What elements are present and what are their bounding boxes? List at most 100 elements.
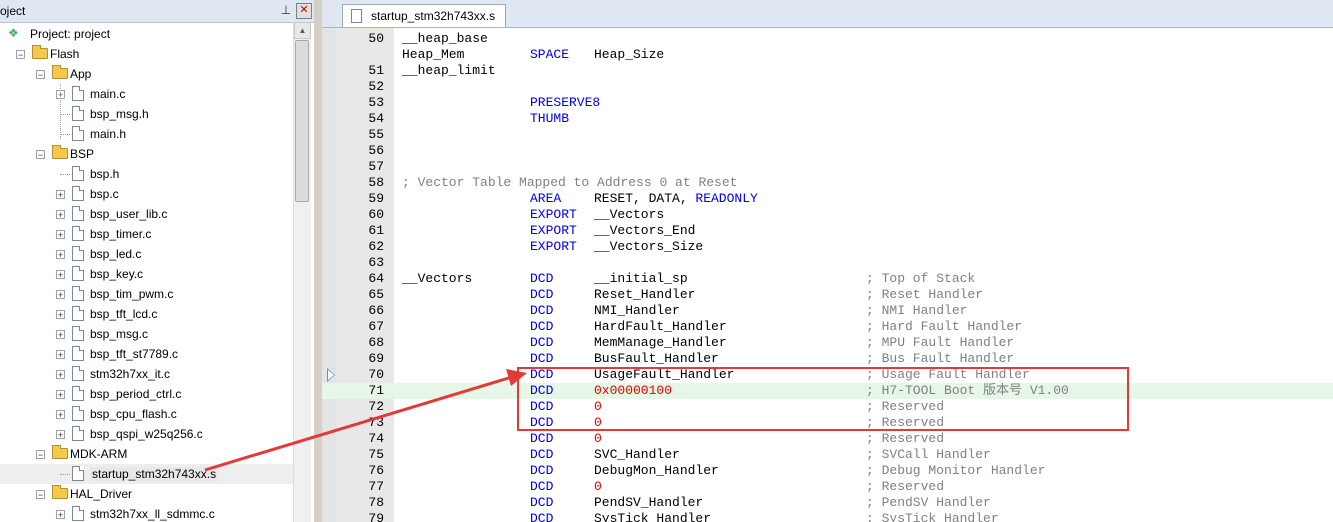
tree-file[interactable]: + bsp_qspi_w25q256.c [0,424,293,444]
code-editor[interactable]: 50 __heap_base Heap_Mem SPACE Heap_Size 51 __h… [322,28,1333,522]
code-operand: NMI_Handler [594,303,680,318]
code-comment: ; SysTick Handler [866,511,999,522]
expand-toggle-icon[interactable]: + [56,290,65,300]
code-line[interactable]: 51 __heap_limit [322,63,1333,79]
tree-item-label: bsp_key.c [90,267,144,281]
code-keyword: READONLY [695,191,758,206]
pin-icon[interactable]: ⊥ [279,3,293,17]
expand-toggle-icon[interactable]: + [56,210,65,220]
code-line[interactable]: 65 DCD Reset_Handler ; Reset Handler [322,287,1333,303]
code-directive: DCD [530,287,554,302]
code-line[interactable]: 68 DCD MemManage_Handler ; MPU Fault Handle… [322,335,1333,351]
panel-splitter[interactable] [314,0,322,522]
code-label: __heap_base [402,31,488,46]
file-icon [72,406,84,421]
tree-file[interactable]: + bsp_tim_pwm.c [0,284,293,304]
code-line[interactable]: Heap_Mem SPACE Heap_Size [322,47,1333,63]
tree-file[interactable]: + bsp_msg.c [0,324,293,344]
expand-toggle-icon[interactable]: + [56,430,65,440]
tree-folder[interactable]: − BSP [0,144,293,164]
code-line[interactable]: 50 __heap_base [322,31,1333,47]
code-line[interactable]: 61 EXPORT __Vectors_End [322,223,1333,239]
expand-toggle-icon[interactable]: + [56,330,65,340]
tree-item-label: bsp_cpu_flash.c [90,407,177,421]
code-line[interactable]: 76 DCD DebugMon_Handler ; Debug Monitor Han… [322,463,1333,479]
code-line[interactable]: 75 DCD SVC_Handler ; SVCall Handler [322,447,1333,463]
code-line[interactable]: 69 DCD BusFault_Handler ; Bus Fault Handler [322,351,1333,367]
tree-file[interactable]: + bsp.c [0,184,293,204]
tree-file[interactable]: main.h [0,124,293,144]
code-directive: DCD [530,447,554,462]
line-number: 65 [368,287,384,302]
file-icon [72,106,84,121]
code-line[interactable]: 56 [322,143,1333,159]
expand-toggle-icon[interactable]: + [56,370,65,380]
code-line[interactable]: 78 DCD PendSV_Handler ; PendSV Handler [322,495,1333,511]
code-line[interactable]: 53 PRESERVE8 [322,95,1333,111]
expand-toggle-icon[interactable]: + [56,310,65,320]
expand-toggle-icon[interactable]: + [56,190,65,200]
expand-toggle-icon[interactable]: + [56,250,65,260]
tree-file[interactable]: + bsp_led.c [0,244,293,264]
code-line[interactable]: 77 DCD 0 ; Reserved [322,479,1333,495]
tree-file[interactable]: startup_stm32h743xx.s [0,464,293,484]
close-icon[interactable]: ✕ [296,3,312,19]
collapse-toggle-icon[interactable]: − [36,490,45,500]
file-icon [72,246,84,261]
tree-file[interactable]: + stm32h7xx_ll_sdmmc.c [0,504,293,522]
expand-toggle-icon[interactable]: + [56,230,65,240]
code-line[interactable]: 74 DCD 0 ; Reserved [322,431,1333,447]
tree-file[interactable]: + main.c [0,84,293,104]
file-icon [72,426,84,441]
tree-file[interactable]: + bsp_key.c [0,264,293,284]
tree-file[interactable]: + bsp_period_ctrl.c [0,384,293,404]
code-line[interactable]: 62 EXPORT __Vectors_Size [322,239,1333,255]
code-line[interactable]: 59 AREA RESET, DATA, READONLY [322,191,1333,207]
tree-scrollbar[interactable]: ▲ [293,22,311,522]
tree-file[interactable]: + bsp_tft_st7789.c [0,344,293,364]
code-line[interactable]: 66 DCD NMI_Handler ; NMI Handler [322,303,1333,319]
expand-toggle-icon[interactable]: + [56,510,65,520]
code-line[interactable]: 79 DCD SysTick_Handler ; SysTick Handler [322,511,1333,522]
code-comment: ; Reserved [866,431,945,446]
scroll-up-arrow-icon[interactable]: ▲ [294,22,311,39]
tree-node-project[interactable]: ❖ Project: project [0,24,293,44]
code-line[interactable]: 58 ; Vector Table Mapped to Address 0 at … [322,175,1333,191]
tree-file[interactable]: + bsp_cpu_flash.c [0,404,293,424]
collapse-toggle-icon[interactable]: − [36,450,45,460]
tree-connector [60,174,70,175]
tree-folder[interactable]: − HAL_Driver [0,484,293,504]
tree-file[interactable]: bsp_msg.h [0,104,293,124]
code-line[interactable]: 54 THUMB [322,111,1333,127]
tree-node-target[interactable]: − Flash [0,44,293,64]
code-line[interactable]: 57 [322,159,1333,175]
tree-file[interactable]: + bsp_timer.c [0,224,293,244]
code-line[interactable]: 55 [322,127,1333,143]
collapse-toggle-icon[interactable]: − [16,50,25,60]
expand-toggle-icon[interactable]: + [56,410,65,420]
scrollbar-thumb[interactable] [295,40,309,202]
code-line[interactable]: 52 [322,79,1333,95]
code-line[interactable]: 67 DCD HardFault_Handler ; Hard Fault Handl… [322,319,1333,335]
code-operand: __Vectors [594,207,665,222]
tree-folder[interactable]: − App [0,64,293,84]
code-operand: __initial_sp [594,271,688,286]
expand-toggle-icon[interactable]: + [56,270,65,280]
collapse-toggle-icon[interactable]: − [36,70,45,80]
code-line[interactable]: 60 EXPORT __Vectors [322,207,1333,223]
tree-file[interactable]: + bsp_user_lib.c [0,204,293,224]
code-line[interactable]: 63 [322,255,1333,271]
file-icon [72,226,84,241]
expand-toggle-icon[interactable]: + [56,350,65,360]
expand-toggle-icon[interactable]: + [56,390,65,400]
file-icon [72,86,84,101]
tree-file[interactable]: bsp.h [0,164,293,184]
tree-folder[interactable]: − MDK-ARM [0,444,293,464]
tree-file[interactable]: + bsp_tft_lcd.c [0,304,293,324]
code-directive: THUMB [530,111,570,126]
tree-file[interactable]: + stm32h7xx_it.c [0,364,293,384]
collapse-toggle-icon[interactable]: − [36,150,45,160]
code-line[interactable]: 64 __Vectors DCD __initial_sp ; Top of Stack [322,271,1333,287]
tab-startup-file[interactable]: startup_stm32h743xx.s [342,4,507,27]
code-directive: DCD [530,463,554,478]
